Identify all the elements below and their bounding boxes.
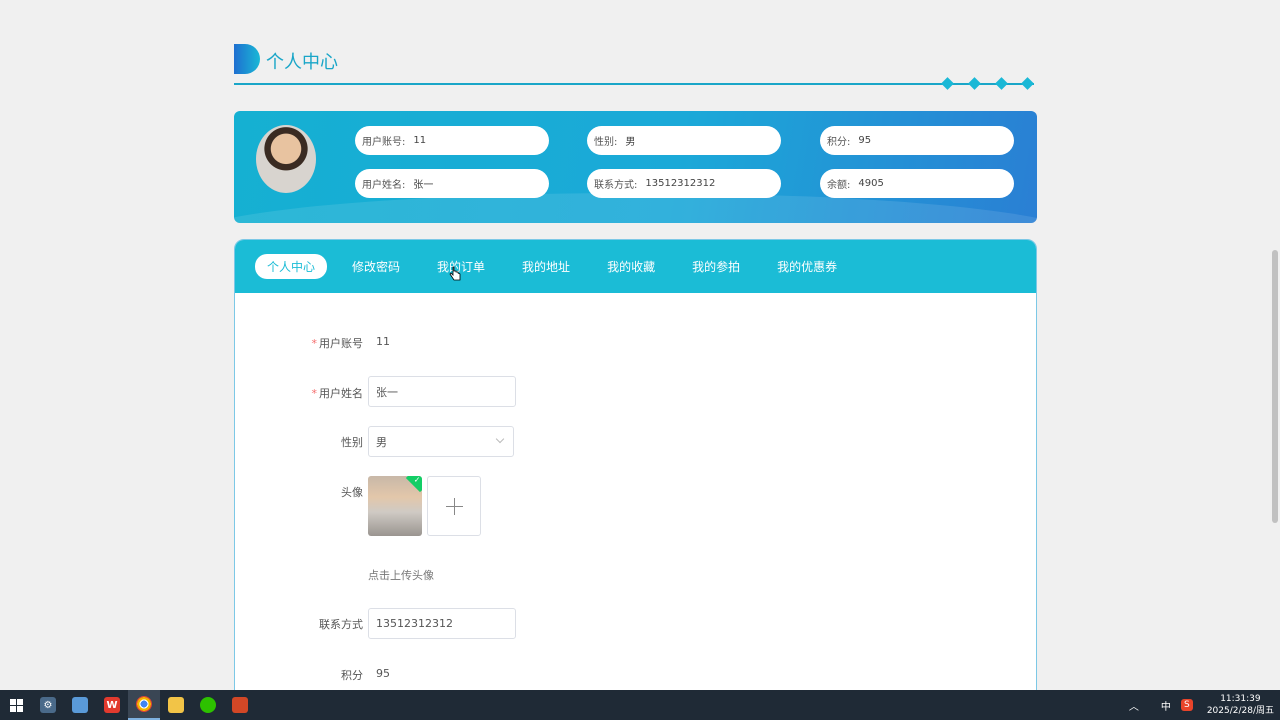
points-value: 95 <box>376 667 390 680</box>
info-label: 余额: <box>827 180 851 191</box>
info-label: 性别: <box>594 137 618 148</box>
header-badge-icon <box>234 44 260 74</box>
field-label: 头像 <box>341 486 363 499</box>
settings-app-icon[interactable]: ⚙ <box>32 690 64 720</box>
wps-app-icon[interactable]: W <box>96 690 128 720</box>
tray-expand-icon[interactable]: ︿ <box>1129 698 1139 713</box>
vertical-scrollbar[interactable] <box>1270 0 1280 690</box>
sogou-input-icon[interactable]: S <box>1180 699 1193 711</box>
form-row-name: * 用户姓名 <box>263 385 364 405</box>
ime-indicator[interactable]: 中 <box>1161 698 1171 713</box>
info-value: 张一 <box>413 180 434 191</box>
field-label-text: 用户账号 <box>319 337 363 350</box>
windows-start-icon[interactable] <box>0 690 32 720</box>
taskbar: ⚙ W ︿ 中 S 11:31:39 2025/2/28/周五 <box>0 690 1280 720</box>
avatar-upload-hint: 点击上传头像 <box>368 569 434 582</box>
avatar-thumbnail[interactable]: ✓ <box>368 476 422 536</box>
clock-date: 2025/2/28/周五 <box>1206 706 1274 716</box>
tab-my-orders[interactable]: 我的订单 <box>437 254 485 279</box>
diamond-icon <box>968 77 981 90</box>
info-value: 4905 <box>858 178 884 189</box>
form-row-points: 积分 <box>263 667 363 687</box>
info-value: 95 <box>858 135 872 146</box>
field-label-text: 用户姓名 <box>319 387 363 400</box>
info-value: 13512312312 <box>645 178 716 189</box>
clock-time: 11:31:39 <box>1220 694 1261 704</box>
form-row-avatar: 头像 <box>263 484 363 504</box>
field-label: * 用户姓名 <box>263 385 364 401</box>
form-row-phone: 联系方式 <box>263 616 363 636</box>
tab-my-address[interactable]: 我的地址 <box>522 254 570 279</box>
gender-selected-value: 男 <box>376 435 387 449</box>
field-label: 联系方式 <box>319 618 363 631</box>
info-pill-points: 积分: 95 <box>820 126 1014 155</box>
hand-cursor-icon <box>449 266 461 281</box>
clock[interactable]: 11:31:39 2025/2/28/周五 <box>1207 693 1274 717</box>
page-header: 个人中心 <box>234 42 1034 92</box>
required-mark: * <box>311 387 318 400</box>
required-mark: * <box>311 337 318 350</box>
name-input[interactable]: 张一 <box>368 376 516 407</box>
plus-icon <box>454 498 455 515</box>
field-label: 性别 <box>341 436 363 449</box>
profile-panel: 个人中心 修改密码 我的订单 我的地址 我的收藏 我的参拍 我的优惠券 * 用户账… <box>234 239 1037 709</box>
page-title: 个人中心 <box>266 52 338 73</box>
field-label: 积分 <box>341 669 363 682</box>
form-row-account: * 用户账号 <box>263 335 364 355</box>
info-label: 用户账号: <box>362 137 406 148</box>
info-pill-phone: 联系方式: 13512312312 <box>587 169 781 198</box>
upload-success-icon: ✓ <box>405 476 422 493</box>
tab-personal-center[interactable]: 个人中心 <box>255 254 328 279</box>
scrollbar-thumb[interactable] <box>1272 250 1278 523</box>
notepad-app-icon[interactable] <box>64 690 96 720</box>
tab-my-coupons[interactable]: 我的优惠券 <box>777 254 837 279</box>
user-summary-card: 用户账号: 11 性别: 男 积分: 95 用户姓名: 张一 联系方式: 135… <box>234 111 1037 223</box>
diamond-icon <box>941 77 954 90</box>
avatar-upload-button[interactable] <box>427 476 481 536</box>
chevron-down-icon <box>495 434 505 444</box>
file-explorer-icon[interactable] <box>160 690 192 720</box>
info-pill-account: 用户账号: 11 <box>355 126 549 155</box>
tab-my-bids[interactable]: 我的参拍 <box>692 254 740 279</box>
diamond-icon <box>1021 77 1034 90</box>
header-divider <box>234 83 1034 85</box>
chrome-app-icon[interactable] <box>128 690 160 720</box>
system-tray: ︿ 中 S 11:31:39 2025/2/28/周五 <box>1129 690 1274 720</box>
info-value: 11 <box>413 135 427 146</box>
wechat-app-icon[interactable] <box>192 690 224 720</box>
tab-bar: 个人中心 修改密码 我的订单 我的地址 我的收藏 我的参拍 我的优惠券 <box>235 240 1036 293</box>
avatar <box>256 125 316 193</box>
tab-change-password[interactable]: 修改密码 <box>352 254 400 279</box>
info-value: 男 <box>625 137 636 148</box>
form-row-gender: 性别 <box>263 434 363 454</box>
info-pill-gender: 性别: 男 <box>587 126 781 155</box>
tab-my-favorites[interactable]: 我的收藏 <box>607 254 655 279</box>
account-value: 11 <box>376 335 390 348</box>
info-pill-balance: 余额: 4905 <box>820 169 1014 198</box>
office-app-icon[interactable] <box>224 690 256 720</box>
info-label: 联系方式: <box>594 180 638 191</box>
gender-select[interactable]: 男 <box>368 426 514 457</box>
info-label: 积分: <box>827 137 851 148</box>
phone-input[interactable]: 13512312312 <box>368 608 516 639</box>
field-label: * 用户账号 <box>263 335 364 351</box>
diamond-icon <box>995 77 1008 90</box>
info-label: 用户姓名: <box>362 180 406 191</box>
info-pill-name: 用户姓名: 张一 <box>355 169 549 198</box>
